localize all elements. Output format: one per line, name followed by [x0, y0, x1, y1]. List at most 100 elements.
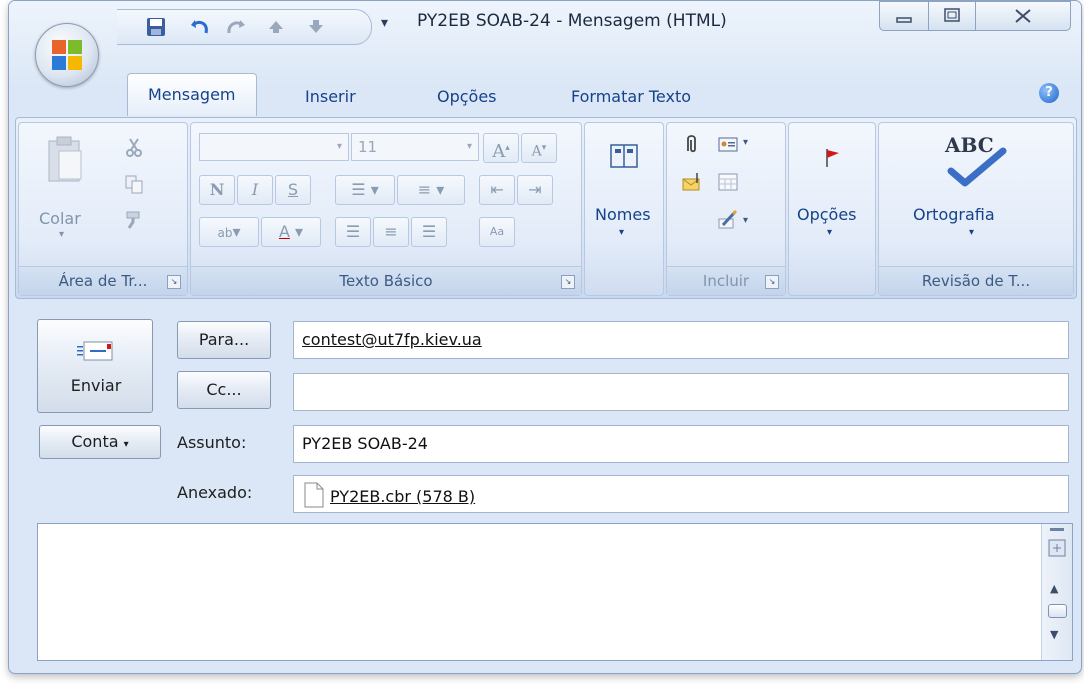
send-label: Enviar: [70, 376, 122, 395]
scroll-up-icon[interactable]: ▲: [1050, 582, 1058, 595]
options-dropdown-icon[interactable]: ▾: [827, 227, 832, 238]
address-book-icon[interactable]: [607, 139, 641, 173]
cc-button[interactable]: Cc...: [177, 371, 271, 409]
send-envelope-icon: [77, 341, 113, 361]
minimize-icon: [896, 17, 912, 23]
names-dropdown-icon[interactable]: ▾: [619, 227, 624, 238]
close-button[interactable]: [975, 1, 1071, 31]
to-button[interactable]: Para...: [177, 321, 271, 359]
group-basic-text: ▾ 11 ▾ A▴ A▾ N I S ☰ ▾ ≡ ▾ ⇤ ⇥ ab▾ A ▾ ☰ …: [190, 122, 582, 296]
redo-icon[interactable]: [225, 16, 247, 38]
tab-formatar-texto[interactable]: Formatar Texto: [571, 87, 691, 106]
window-controls: [879, 1, 1071, 31]
maximize-button[interactable]: [928, 1, 976, 31]
file-icon: [304, 482, 324, 508]
tab-opcoes[interactable]: Opções: [437, 87, 497, 106]
undo-icon[interactable]: [189, 16, 211, 38]
window-title: PY2EB SOAB-24 - Mensagem (HTML): [417, 11, 727, 31]
calendar-icon[interactable]: [717, 171, 739, 193]
attached-label: Anexado:: [177, 483, 253, 502]
save-icon[interactable]: [145, 16, 167, 38]
quick-access-toolbar: [117, 9, 372, 45]
account-button[interactable]: Conta ▾: [39, 425, 161, 459]
clear-formatting-button[interactable]: Aa: [479, 217, 515, 247]
help-icon[interactable]: ?: [1039, 83, 1059, 103]
spelling-dropdown-icon[interactable]: ▾: [969, 227, 974, 238]
group-options: Opções ▾: [788, 122, 876, 296]
view-ruler-icon[interactable]: [1047, 538, 1067, 558]
copy-icon[interactable]: [123, 173, 145, 195]
message-window: ▾ PY2EB SOAB-24 - Mensagem (HTML) Mensag…: [8, 0, 1082, 674]
clipboard-launcher-icon[interactable]: ↘: [167, 275, 181, 289]
ribbon: Colar ▾ Área de Tr... ↘ ▾ 11 ▾ A▴ A▾ N I…: [15, 117, 1077, 299]
account-dropdown-icon: ▾: [123, 439, 129, 450]
tab-inserir[interactable]: Inserir: [305, 87, 356, 106]
align-right-button[interactable]: ☰: [411, 217, 447, 247]
business-card-dropdown-icon[interactable]: ▾: [743, 137, 748, 148]
signature-icon[interactable]: [717, 209, 739, 231]
subject-label: Assunto:: [177, 433, 247, 452]
group-label-review: Revisão de T...: [879, 266, 1073, 295]
vertical-scrollbar[interactable]: ▲ ▼: [1041, 524, 1072, 660]
customize-qat-button[interactable]: ▾: [381, 15, 388, 31]
ribbon-tabs: Mensagem Inserir Opções Formatar Texto ?: [9, 71, 1081, 117]
follow-up-flag-icon[interactable]: [819, 145, 845, 171]
scroll-thumb[interactable]: [1048, 604, 1067, 618]
paste-icon[interactable]: [45, 135, 85, 185]
italic-button[interactable]: I: [237, 175, 273, 205]
decrease-indent-button[interactable]: ⇤: [479, 175, 515, 205]
basic-text-launcher-icon[interactable]: ↘: [561, 275, 575, 289]
bullets-button[interactable]: ☰ ▾: [335, 175, 395, 205]
paste-label[interactable]: Colar: [39, 209, 81, 228]
font-size-value: 11: [358, 138, 378, 156]
font-name-combo[interactable]: ▾: [199, 133, 349, 161]
paste-dropdown-icon[interactable]: ▾: [59, 229, 64, 240]
align-center-button[interactable]: ≡: [373, 217, 409, 247]
up-arrow-icon[interactable]: [265, 16, 287, 38]
to-recipient[interactable]: contest@ut7fp.kiev.ua: [302, 330, 482, 349]
close-icon: [1015, 9, 1031, 23]
tab-mensagem[interactable]: Mensagem: [127, 73, 257, 116]
subject-field[interactable]: PY2EB SOAB-24: [293, 425, 1069, 463]
font-color-button[interactable]: A ▾: [261, 217, 321, 247]
group-label-basic-text: Texto Básico: [191, 266, 581, 295]
message-body[interactable]: ▲ ▼: [37, 523, 1073, 661]
scroll-down-icon[interactable]: ▼: [1050, 628, 1058, 641]
group-review: ABC Ortografia ▾ Revisão de T...: [878, 122, 1074, 296]
attachments-field[interactable]: PY2EB.cbr (578 B): [293, 475, 1069, 513]
maximize-icon: [944, 8, 960, 22]
to-field[interactable]: contest@ut7fp.kiev.ua: [293, 321, 1069, 359]
spelling-label[interactable]: Ortografia: [913, 205, 995, 224]
cc-field[interactable]: [293, 373, 1069, 411]
grow-font-button[interactable]: A▴: [483, 133, 519, 163]
attach-item-icon[interactable]: [681, 171, 703, 193]
send-button[interactable]: Enviar: [37, 319, 153, 413]
business-card-icon[interactable]: [717, 133, 739, 155]
ruler-toggle-icon[interactable]: [1050, 528, 1064, 531]
signature-dropdown-icon[interactable]: ▾: [743, 215, 748, 226]
options-label[interactable]: Opções: [797, 205, 857, 224]
align-left-button[interactable]: ☰: [335, 217, 371, 247]
group-names: Nomes ▾: [584, 122, 664, 296]
group-clipboard: Colar ▾ Área de Tr... ↘: [18, 122, 188, 296]
minimize-button[interactable]: [879, 1, 929, 31]
attach-file-icon[interactable]: [681, 133, 703, 155]
underline-button[interactable]: S: [275, 175, 311, 205]
group-include: ▾ ▾ Incluir ↘: [666, 122, 786, 296]
format-painter-icon[interactable]: [123, 209, 145, 231]
bold-button[interactable]: N: [199, 175, 235, 205]
font-size-combo[interactable]: 11 ▾: [351, 133, 479, 161]
include-launcher-icon[interactable]: ↘: [765, 275, 779, 289]
spelling-icon[interactable]: ABC: [939, 133, 1011, 189]
highlight-button[interactable]: ab▾: [199, 217, 259, 247]
office-logo-icon: [52, 40, 82, 70]
shrink-font-button[interactable]: A▾: [521, 133, 557, 163]
down-arrow-icon[interactable]: [305, 16, 327, 38]
names-label[interactable]: Nomes: [595, 205, 651, 224]
increase-indent-button[interactable]: ⇥: [517, 175, 553, 205]
group-label-clipboard: Área de Tr...: [19, 266, 187, 295]
message-header: Enviar Para... contest@ut7fp.kiev.ua Cc.…: [15, 301, 1075, 515]
numbering-button[interactable]: ≡ ▾: [397, 175, 465, 205]
cut-icon[interactable]: [123, 137, 145, 159]
attachment-link[interactable]: PY2EB.cbr (578 B): [330, 479, 475, 515]
